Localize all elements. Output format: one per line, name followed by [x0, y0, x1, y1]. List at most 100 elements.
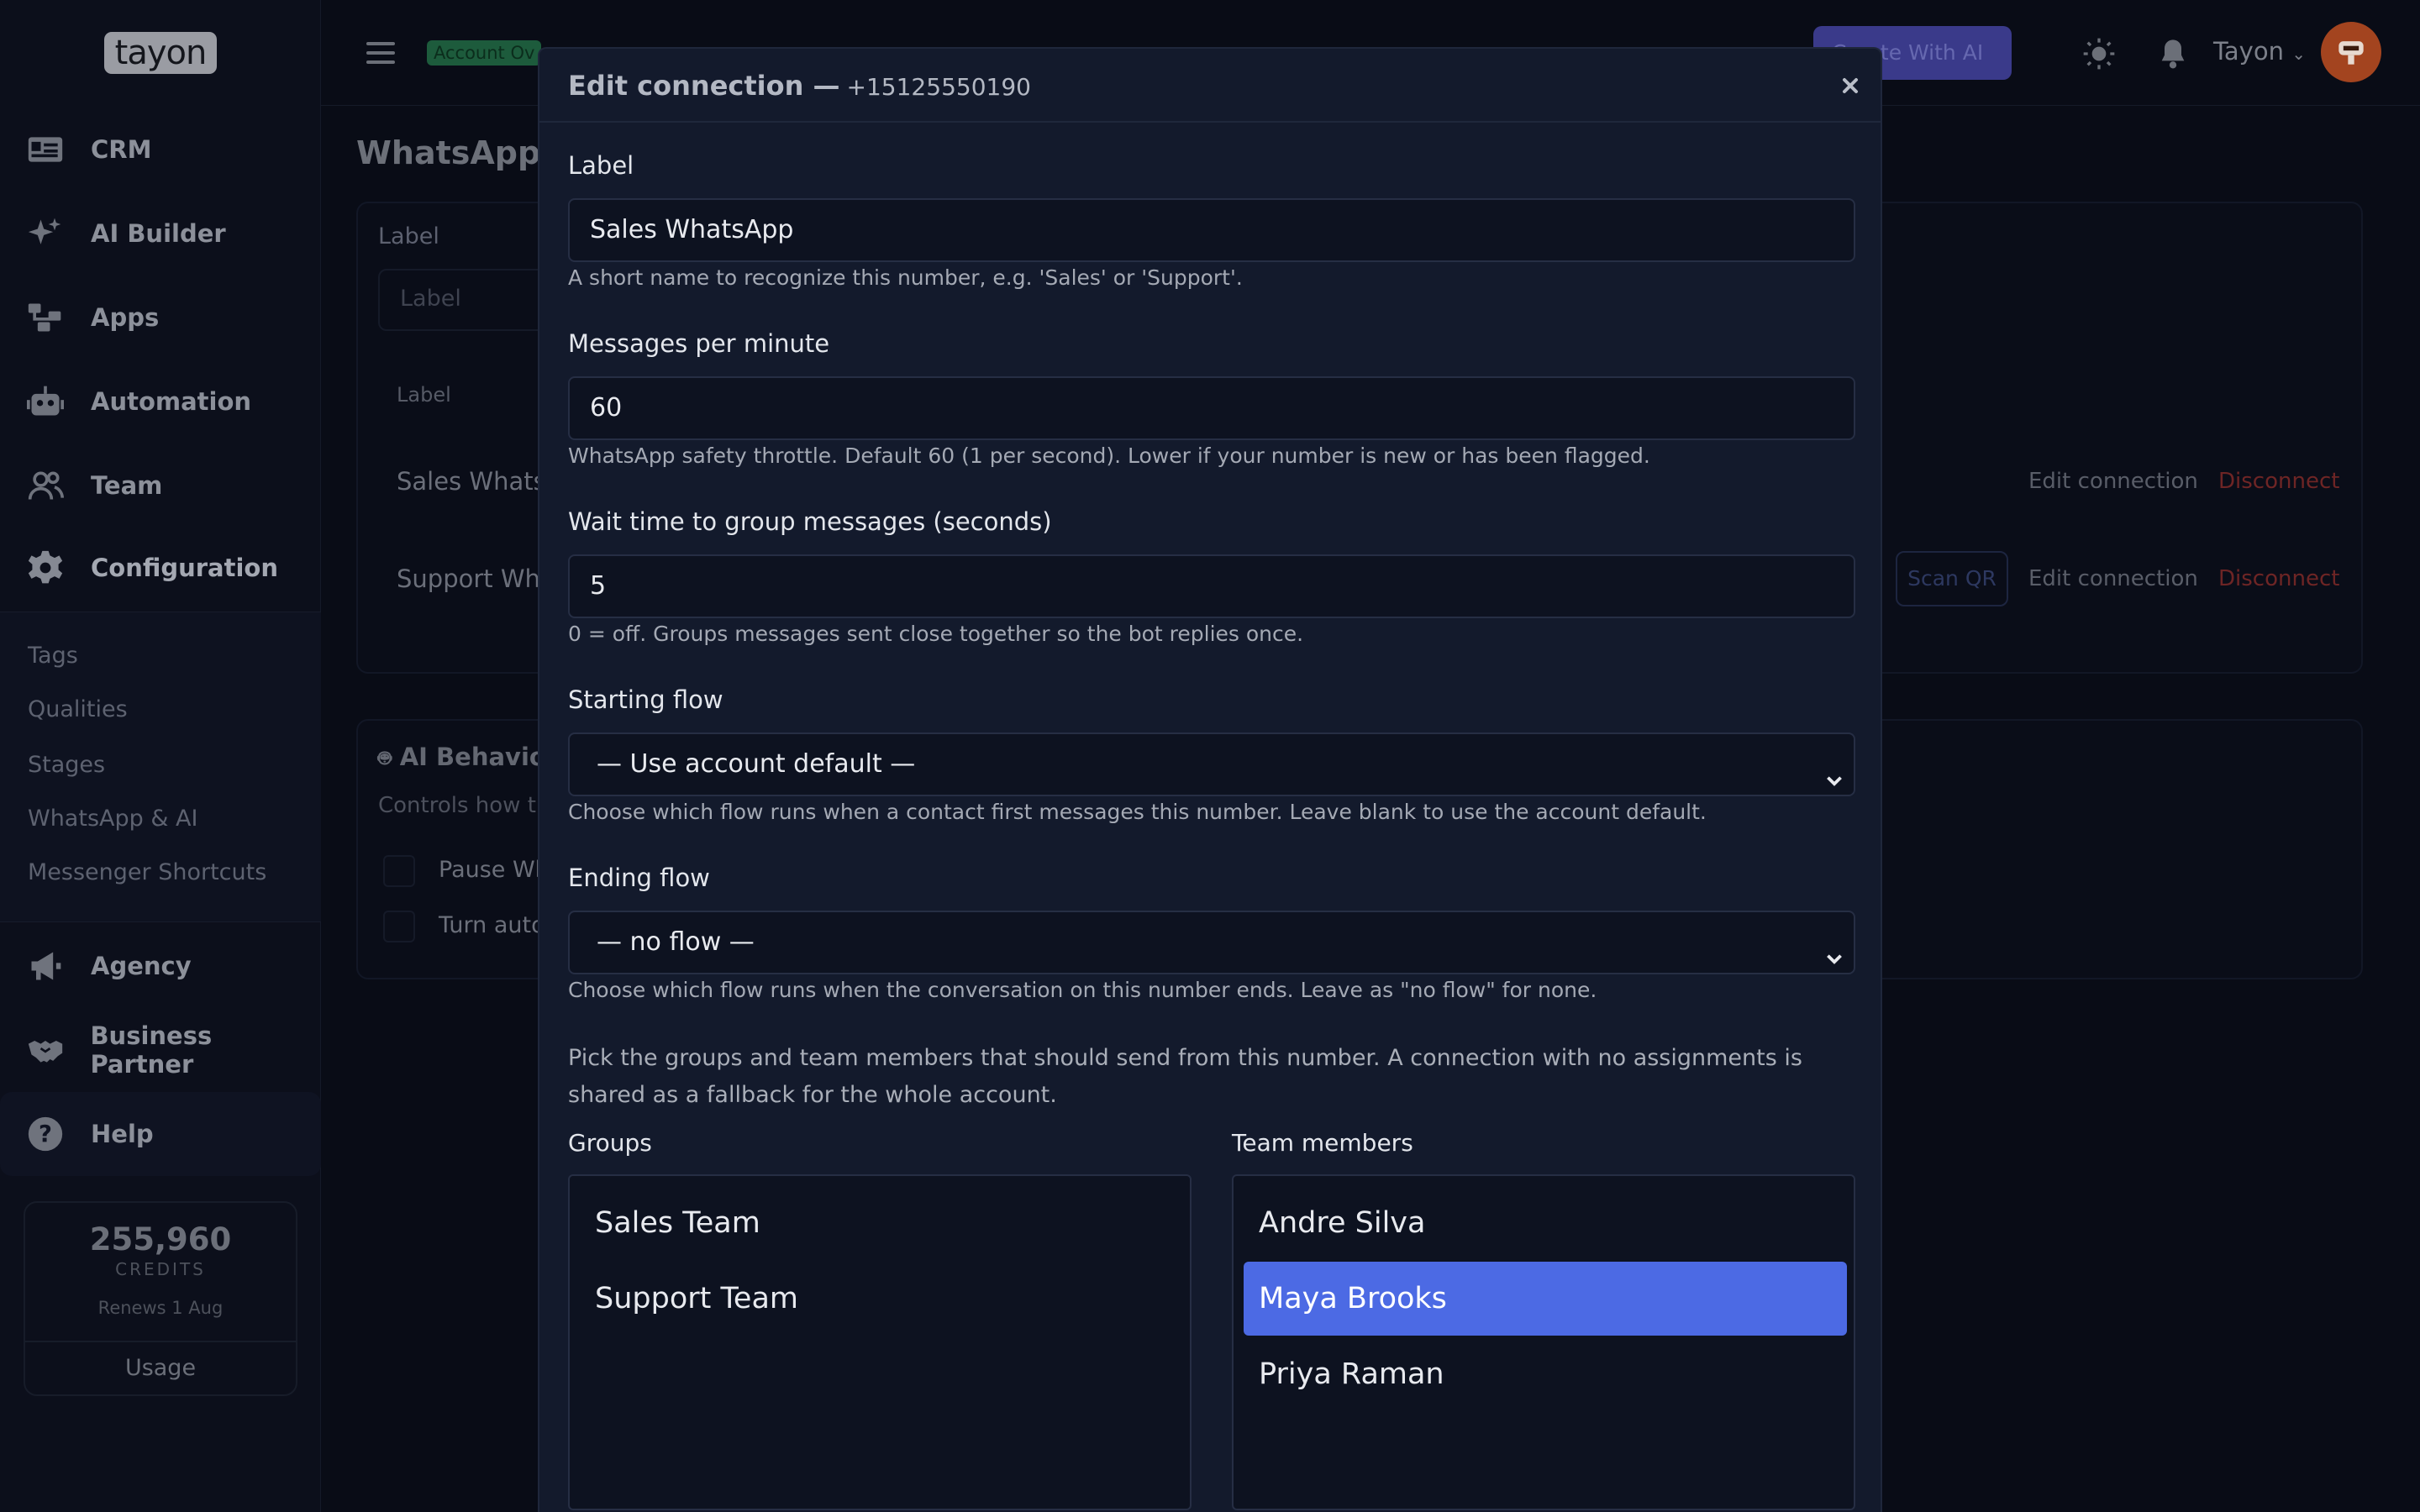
handshake-icon [25, 1030, 65, 1070]
close-icon[interactable] [1833, 69, 1867, 102]
chevron-down-icon [1823, 932, 1845, 964]
submenu-item-qualities[interactable]: Qualities [28, 696, 128, 722]
sidebar-item-team[interactable]: Team [0, 444, 321, 528]
sidebar: tayon CRM AI Builder Apps Automation Tea… [0, 0, 321, 1512]
submenu-item-messenger-shortcuts[interactable]: Messenger Shortcuts [28, 859, 266, 885]
team-members-listbox[interactable]: Andre Silva Maya Brooks Priya Raman [1232, 1174, 1855, 1510]
scan-qr-button[interactable]: Scan QR [1896, 551, 2008, 606]
ending-flow-label: Ending flow [568, 864, 710, 892]
group-option[interactable]: Sales Team [580, 1186, 1183, 1260]
sidebar-item-label: AI Builder [91, 219, 226, 248]
logo-text: tayon [114, 34, 208, 72]
credits-renews: Renews 1 Aug [97, 1298, 224, 1318]
sidebar-item-ai-builder[interactable]: AI Builder [0, 192, 321, 276]
starting-flow-label: Starting flow [568, 685, 723, 714]
bell-icon[interactable] [2156, 37, 2190, 71]
chevron-down-icon: ⌄ [2291, 44, 2306, 64]
team-icon [25, 465, 66, 506]
sidebar-item-configuration[interactable]: Configuration [0, 526, 321, 610]
sidebar-item-label: Agency [91, 952, 192, 980]
label-help: A short name to recognize this number, e… [568, 265, 1243, 290]
rate-help: WhatsApp safety throttle. Default 60 (1 … [568, 444, 1650, 468]
sidebar-item-label: Automation [91, 387, 252, 416]
gear-icon [25, 548, 66, 588]
member-option-selected[interactable]: Maya Brooks [1244, 1262, 1847, 1336]
ending-flow-value: — no flow — [597, 927, 755, 957]
sidebar-item-label: Configuration [91, 554, 278, 582]
member-option[interactable]: Andre Silva [1244, 1186, 1847, 1260]
sun-icon[interactable] [2082, 37, 2116, 71]
help-icon: ? [25, 1114, 66, 1154]
sidebar-item-label: Apps [91, 303, 160, 332]
modal-header: Edit connection — +15125550190 [539, 49, 1881, 123]
sidebar-item-help[interactable]: ? Help [0, 1092, 321, 1176]
credits-value: 255,960 [89, 1221, 232, 1257]
edit-connection-modal: Edit connection — +15125550190 Label Sale… [538, 47, 1882, 1512]
robot-icon: 🤖︎ [378, 746, 392, 771]
sidebar-item-apps[interactable]: Apps [0, 276, 321, 360]
modal-phone: +15125550190 [846, 73, 1031, 101]
rate-field-label: Messages per minute [568, 329, 830, 358]
submenu-item-stages[interactable]: Stages [28, 752, 105, 778]
assignment-description: Pick the groups and team members that sh… [568, 1045, 1802, 1108]
chevron-down-icon [1823, 754, 1845, 786]
menu-icon[interactable] [366, 42, 395, 64]
sidebar-item-automation[interactable]: Automation [0, 360, 321, 444]
starting-flow-value: — Use account default — [597, 749, 916, 779]
label-filter-input[interactable]: Label [378, 269, 546, 331]
user-name: Tayon [2213, 37, 2284, 66]
disconnect-link[interactable]: Disconnect [2218, 566, 2339, 591]
row-name: Sales Whats [397, 467, 546, 496]
submenu-item-tags[interactable]: Tags [28, 643, 78, 669]
sidebar-item-label: Business Partner [90, 1021, 213, 1079]
wait-field-label: Wait time to group messages (seconds) [568, 507, 1052, 536]
modal-title-text: Edit connection — [568, 70, 840, 102]
account-badge[interactable]: Account Ov [427, 40, 542, 66]
ending-flow-select[interactable]: — no flow — [568, 911, 1855, 974]
pause-checkbox[interactable] [383, 855, 415, 887]
sidebar-item-business-partner[interactable]: Business Partner [0, 1008, 321, 1092]
member-option[interactable]: Priya Raman [1244, 1337, 1847, 1411]
app-logo[interactable]: tayon [104, 32, 217, 74]
ai-behavior-title-text: AI Behavio [399, 743, 546, 771]
disconnect-link[interactable]: Disconnect [2218, 469, 2339, 494]
edit-connection-link[interactable]: Edit connection [2028, 566, 2198, 591]
groups-listbox[interactable]: Sales Team Support Team [568, 1174, 1192, 1510]
table-header-label: Label [397, 383, 451, 407]
groups-label: Groups [568, 1129, 652, 1157]
starting-flow-select[interactable]: — Use account default — [568, 732, 1855, 796]
robot-icon [25, 381, 66, 422]
usage-button[interactable]: Usage [25, 1341, 296, 1394]
avatar[interactable] [2321, 22, 2381, 82]
sidebar-item-crm[interactable]: CRM [0, 108, 321, 192]
submenu-item-whatsapp-ai[interactable]: WhatsApp & AI [28, 806, 197, 832]
ai-behavior-description: Controls how th [378, 793, 550, 818]
label-filter-placeholder: Label [400, 286, 461, 312]
sidebar-item-agency[interactable]: Agency [0, 924, 321, 1008]
wait-time-input[interactable]: 5 [568, 554, 1855, 618]
modal-title: Edit connection — +15125550190 [568, 70, 1031, 102]
team-members-label: Team members [1232, 1129, 1413, 1157]
apps-icon [25, 297, 66, 338]
megaphone-icon [25, 946, 66, 986]
starting-flow-help: Choose which flow runs when a contact fi… [568, 800, 1707, 824]
ai-behavior-title: 🤖︎ AI Behavio [378, 743, 546, 774]
credits-card: 255,960 CREDITS Renews 1 Aug Usage [24, 1201, 297, 1396]
credits-label: CREDITS [115, 1259, 206, 1279]
toggle-label: Turn auto [439, 912, 545, 938]
edit-connection-link[interactable]: Edit connection [2028, 469, 2198, 494]
messages-per-minute-input[interactable]: 60 [568, 376, 1855, 440]
label-field-label: Label [568, 151, 634, 180]
row-name: Support Wha [397, 564, 555, 593]
auto-checkbox[interactable] [383, 911, 415, 942]
toggle-label: Pause Wh [439, 857, 550, 883]
label-input[interactable]: Sales WhatsApp [568, 198, 1855, 262]
sidebar-item-label: CRM [91, 135, 152, 164]
wait-help: 0 = off. Groups messages sent close toge… [568, 622, 1304, 646]
ending-flow-help: Choose which flow runs when the conversa… [568, 978, 1597, 1002]
contact-card-icon [25, 129, 66, 170]
svg-text:?: ? [39, 1121, 52, 1147]
sidebar-item-label: Help [91, 1120, 154, 1148]
group-option[interactable]: Support Team [580, 1262, 1183, 1336]
user-menu[interactable]: Tayon ⌄ [2213, 37, 2306, 66]
